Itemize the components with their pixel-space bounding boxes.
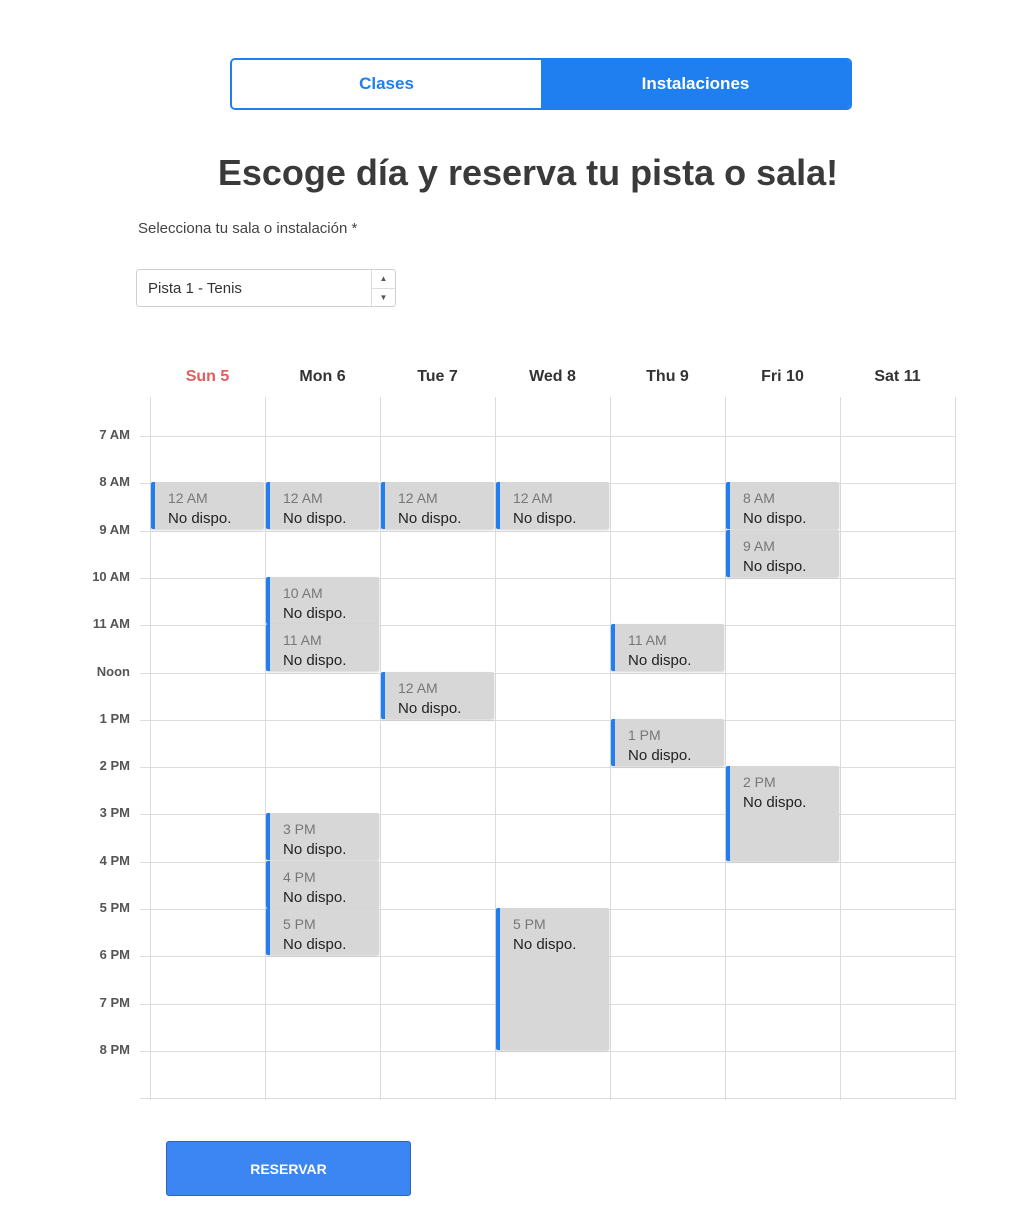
event-block[interactable]: 12 AM No dispo. [381, 672, 494, 719]
day-header[interactable]: Sun 5 [150, 368, 265, 386]
reserve-button[interactable]: RESERVAR [166, 1141, 411, 1196]
event-block[interactable]: 8 AM No dispo. [726, 482, 839, 529]
event-title: No dispo. [513, 936, 577, 953]
select-spinner[interactable]: ▲ ▼ [371, 270, 395, 306]
event-title: No dispo. [283, 936, 347, 953]
event-block[interactable]: 5 PM No dispo. [266, 908, 379, 955]
day-header[interactable]: Mon 6 [265, 368, 380, 386]
time-label: 3 PM [99, 805, 130, 820]
event-time: 12 AM [168, 490, 208, 506]
event-block[interactable]: 12 AM No dispo. [381, 482, 494, 529]
event-block[interactable]: 11 AM No dispo. [611, 624, 724, 671]
event-time: 12 AM [513, 490, 553, 506]
event-time: 4 PM [283, 869, 316, 885]
tab-clases[interactable]: Clases [232, 60, 541, 108]
event-block[interactable]: 2 PM No dispo. [726, 766, 839, 861]
event-block[interactable]: 1 PM No dispo. [611, 719, 724, 766]
event-title: No dispo. [283, 841, 347, 858]
event-block[interactable]: 11 AM No dispo. [266, 624, 379, 671]
grid-column-line [840, 397, 841, 1100]
time-label: 7 PM [99, 995, 130, 1010]
grid-column-line [955, 397, 956, 1100]
event-time: 3 PM [283, 821, 316, 837]
event-title: No dispo. [398, 700, 462, 717]
time-label: 11 AM [92, 616, 130, 631]
grid-hour-line [140, 862, 956, 863]
event-title: No dispo. [283, 889, 347, 906]
event-time: 9 AM [743, 538, 775, 554]
event-title: No dispo. [513, 510, 577, 527]
time-label: 5 PM [99, 900, 130, 915]
time-label: 7 AM [99, 427, 130, 442]
event-time: 5 PM [283, 916, 316, 932]
event-time: 11 AM [283, 632, 322, 648]
time-label: 6 PM [99, 947, 130, 962]
event-block[interactable]: 12 AM No dispo. [266, 482, 379, 529]
grid-bottom-line [140, 1098, 956, 1099]
grid-hour-line [140, 1051, 956, 1052]
event-title: No dispo. [283, 605, 347, 622]
event-time: 12 AM [283, 490, 323, 506]
event-block[interactable]: 4 PM No dispo. [266, 861, 379, 908]
event-time: 11 AM [628, 632, 667, 648]
grid-hour-line [140, 436, 956, 437]
event-time: 5 PM [513, 916, 546, 932]
time-label: 2 PM [99, 758, 130, 773]
event-time: 8 AM [743, 490, 775, 506]
arrow-up-icon[interactable]: ▲ [372, 270, 395, 289]
event-title: No dispo. [628, 747, 692, 764]
event-title: No dispo. [283, 510, 347, 527]
event-title: No dispo. [628, 652, 692, 669]
event-title: No dispo. [743, 794, 807, 811]
view-tabs: Clases Instalaciones [230, 58, 852, 110]
event-title: No dispo. [168, 510, 232, 527]
tab-instalaciones[interactable]: Instalaciones [541, 60, 850, 108]
grid-hour-line [140, 673, 956, 674]
day-header[interactable]: Sat 11 [840, 368, 955, 386]
event-title: No dispo. [398, 510, 462, 527]
event-block[interactable]: 12 AM No dispo. [151, 482, 264, 529]
grid-hour-line [140, 720, 956, 721]
event-block[interactable]: 5 PM No dispo. [496, 908, 609, 1050]
time-label: 8 PM [99, 1042, 130, 1057]
event-title: No dispo. [743, 558, 807, 575]
day-header[interactable]: Fri 10 [725, 368, 840, 386]
time-label: 10 AM [92, 569, 130, 584]
event-block[interactable]: 12 AM No dispo. [496, 482, 609, 529]
grid-hour-line [140, 578, 956, 579]
event-time: 12 AM [398, 490, 438, 506]
time-label: 8 AM [99, 474, 130, 489]
event-block[interactable]: 3 PM No dispo. [266, 813, 379, 860]
event-time: 12 AM [398, 680, 438, 696]
event-time: 2 PM [743, 774, 776, 790]
event-time: 10 AM [283, 585, 323, 601]
facility-label: Selecciona tu sala o instalación * [138, 220, 358, 237]
time-label: 1 PM [99, 711, 130, 726]
facility-select-value: Pista 1 - Tenis [148, 280, 242, 297]
facility-select[interactable]: Pista 1 - Tenis ▲ ▼ [136, 269, 396, 307]
event-block[interactable]: 9 AM No dispo. [726, 530, 839, 577]
time-label: 4 PM [99, 853, 130, 868]
grid-hour-line [140, 625, 956, 626]
page-title: Escoge día y reserva tu pista o sala! [217, 152, 839, 193]
time-label: 9 AM [99, 522, 130, 537]
event-block[interactable]: 10 AM No dispo. [266, 577, 379, 624]
day-header[interactable]: Tue 7 [380, 368, 495, 386]
event-title: No dispo. [283, 652, 347, 669]
time-label: Noon [96, 664, 130, 679]
event-time: 1 PM [628, 727, 661, 743]
day-header[interactable]: Wed 8 [495, 368, 610, 386]
arrow-down-icon[interactable]: ▼ [372, 289, 395, 307]
day-header[interactable]: Thu 9 [610, 368, 725, 386]
event-title: No dispo. [743, 510, 807, 527]
